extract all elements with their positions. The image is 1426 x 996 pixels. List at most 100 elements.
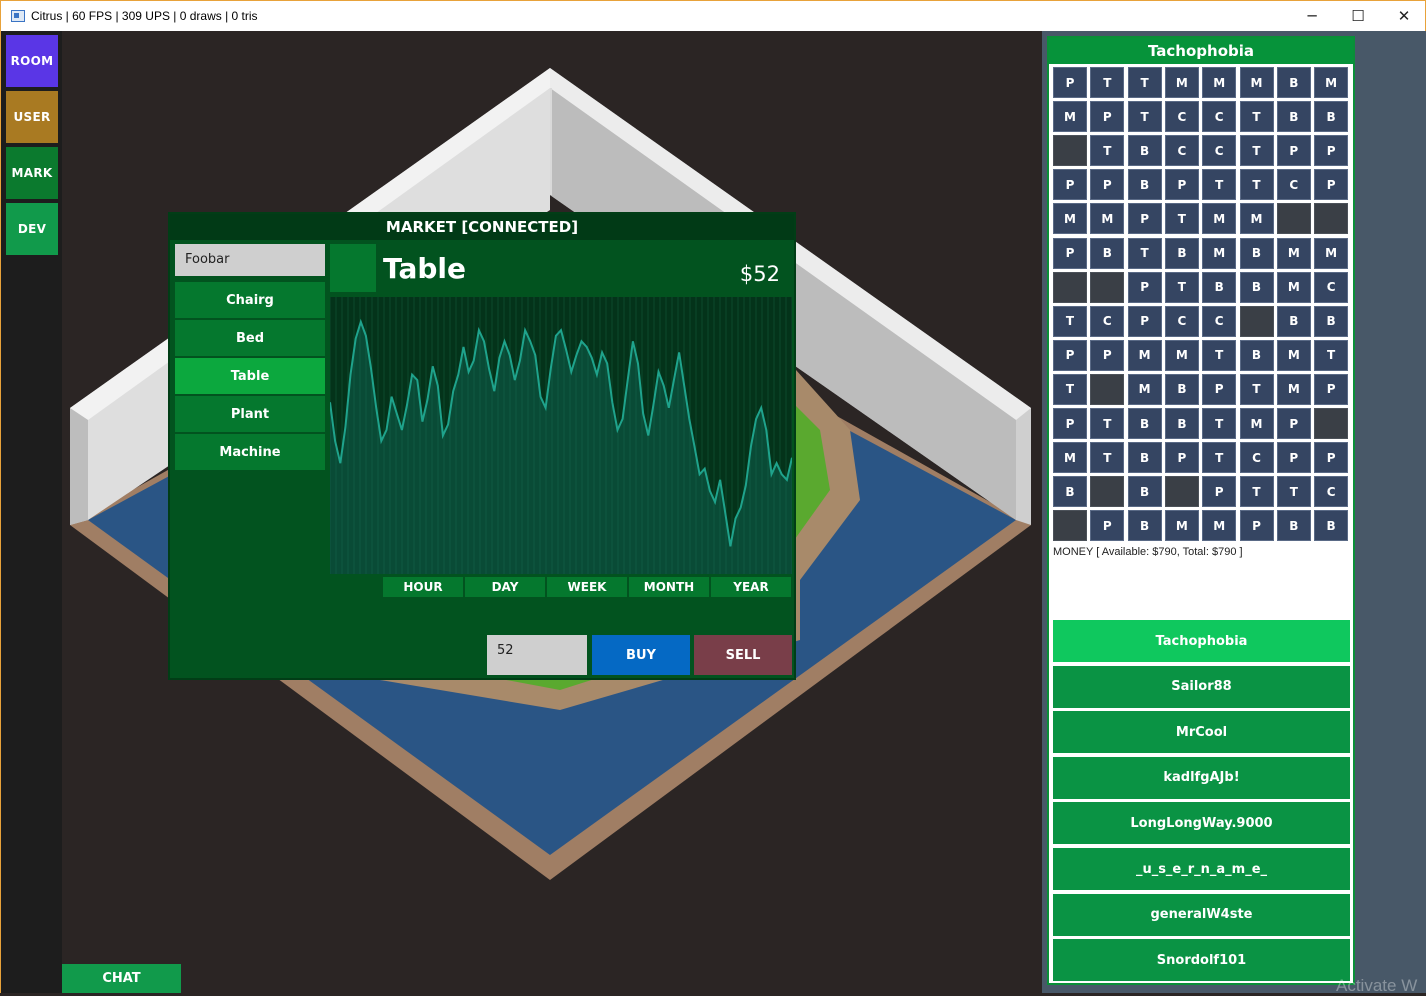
inventory-slot[interactable] — [1053, 271, 1087, 303]
inventory-slot[interactable]: M — [1239, 408, 1274, 439]
range-year-button[interactable]: YEAR — [711, 577, 791, 597]
inventory-slot[interactable]: P — [1053, 67, 1087, 98]
inventory-slot[interactable]: M — [1053, 203, 1087, 235]
maximize-button[interactable]: ☐ — [1335, 1, 1381, 31]
inventory-slot[interactable]: P — [1090, 169, 1125, 201]
inventory-slot[interactable]: P — [1202, 476, 1237, 508]
user-list-item[interactable]: Sailor88 — [1053, 665, 1350, 708]
inventory-slot[interactable]: M — [1239, 203, 1274, 235]
inventory-slot[interactable]: T — [1090, 135, 1125, 167]
inventory-slot[interactable]: B — [1127, 408, 1162, 439]
user-button[interactable]: USER — [6, 91, 58, 143]
item-button-chairg[interactable]: Chairg — [175, 282, 325, 318]
inventory-slot[interactable]: T — [1276, 476, 1311, 508]
inventory-slot[interactable] — [1239, 305, 1274, 337]
inventory-slot[interactable]: T — [1202, 442, 1237, 474]
inventory-slot[interactable]: M — [1202, 237, 1237, 269]
inventory-slot[interactable]: T — [1239, 476, 1274, 508]
inventory-slot[interactable]: B — [1276, 67, 1311, 98]
inventory-slot[interactable]: C — [1314, 476, 1349, 508]
buy-button[interactable]: BUY — [592, 635, 690, 675]
inventory-slot[interactable]: P — [1314, 169, 1349, 201]
inventory-slot[interactable]: P — [1164, 442, 1199, 474]
inventory-slot[interactable]: T — [1127, 237, 1162, 269]
inventory-slot[interactable]: C — [1202, 101, 1237, 133]
inventory-slot[interactable]: M — [1202, 203, 1237, 235]
inventory-slot[interactable]: B — [1276, 510, 1311, 542]
inventory-slot[interactable]: T — [1314, 339, 1349, 371]
inventory-slot[interactable]: C — [1202, 135, 1237, 167]
inventory-slot[interactable]: T — [1239, 101, 1274, 133]
inventory-slot[interactable]: P — [1127, 305, 1162, 337]
range-day-button[interactable]: DAY — [465, 577, 545, 597]
inventory-slot[interactable]: T — [1239, 373, 1274, 405]
item-button-plant[interactable]: Plant — [175, 396, 325, 432]
user-list-item[interactable]: MrCool — [1053, 711, 1350, 754]
inventory-slot[interactable]: P — [1239, 510, 1274, 542]
inventory-slot[interactable]: T — [1239, 135, 1274, 167]
quantity-input[interactable]: 52 — [487, 635, 587, 675]
dev-button[interactable]: DEV — [6, 203, 58, 255]
inventory-slot[interactable]: P — [1276, 135, 1311, 167]
inventory-slot[interactable]: B — [1314, 305, 1349, 337]
inventory-slot[interactable]: B — [1239, 237, 1274, 269]
inventory-slot[interactable]: B — [1239, 271, 1274, 303]
inventory-slot[interactable]: P — [1090, 510, 1125, 542]
inventory-slot[interactable] — [1053, 135, 1087, 167]
inventory-slot[interactable]: T — [1202, 408, 1237, 439]
inventory-slot[interactable]: B — [1276, 305, 1311, 337]
user-list-item[interactable]: Snordolf101 — [1053, 939, 1350, 982]
inventory-slot[interactable]: B — [1314, 101, 1349, 133]
inventory-slot[interactable]: P — [1164, 169, 1199, 201]
inventory-slot[interactable]: P — [1276, 408, 1311, 439]
inventory-slot[interactable]: M — [1276, 373, 1311, 405]
inventory-slot[interactable]: T — [1090, 408, 1125, 439]
inventory-slot[interactable]: B — [1239, 339, 1274, 371]
range-month-button[interactable]: MONTH — [629, 577, 709, 597]
inventory-slot[interactable] — [1164, 476, 1199, 508]
inventory-slot[interactable]: B — [1127, 476, 1162, 508]
inventory-slot[interactable]: T — [1053, 305, 1087, 337]
inventory-slot[interactable]: P — [1314, 442, 1349, 474]
inventory-slot[interactable]: M — [1090, 203, 1125, 235]
inventory-slot[interactable]: T — [1090, 442, 1125, 474]
inventory-slot[interactable]: B — [1202, 271, 1237, 303]
inventory-slot[interactable]: M — [1314, 237, 1349, 269]
item-button-bed[interactable]: Bed — [175, 320, 325, 356]
inventory-slot[interactable]: P — [1053, 408, 1087, 439]
inventory-slot[interactable]: T — [1127, 67, 1162, 98]
inventory-slot[interactable] — [1090, 476, 1125, 508]
inventory-slot[interactable]: P — [1276, 442, 1311, 474]
inventory-slot[interactable]: M — [1202, 67, 1237, 98]
minimize-button[interactable]: ─ — [1289, 1, 1335, 31]
inventory-slot[interactable] — [1090, 271, 1125, 303]
inventory-slot[interactable]: T — [1164, 203, 1199, 235]
inventory-slot[interactable]: M — [1164, 510, 1199, 542]
inventory-slot[interactable]: T — [1239, 169, 1274, 201]
inventory-slot[interactable]: M — [1164, 67, 1199, 98]
inventory-slot[interactable]: B — [1276, 101, 1311, 133]
inventory-slot[interactable]: B — [1164, 237, 1199, 269]
inventory-slot[interactable]: M — [1053, 101, 1087, 133]
user-list-item[interactable]: Tachophobia — [1053, 620, 1350, 662]
inventory-slot[interactable]: T — [1127, 101, 1162, 133]
inventory-slot[interactable]: B — [1127, 135, 1162, 167]
inventory-slot[interactable]: P — [1090, 339, 1125, 371]
inventory-slot[interactable]: M — [1239, 67, 1274, 98]
inventory-slot[interactable]: P — [1127, 203, 1162, 235]
market-button[interactable]: MARK — [6, 147, 58, 199]
inventory-slot[interactable]: M — [1276, 271, 1311, 303]
inventory-slot[interactable]: M — [1127, 339, 1162, 371]
inventory-slot[interactable]: C — [1314, 271, 1349, 303]
item-button-table[interactable]: Table — [175, 358, 325, 394]
sell-button[interactable]: SELL — [694, 635, 792, 675]
inventory-slot[interactable]: P — [1127, 271, 1162, 303]
inventory-slot[interactable]: B — [1127, 510, 1162, 542]
inventory-slot[interactable]: B — [1127, 169, 1162, 201]
inventory-slot[interactable]: M — [1314, 67, 1349, 98]
inventory-slot[interactable] — [1314, 203, 1349, 235]
inventory-slot[interactable]: B — [1164, 408, 1199, 439]
inventory-slot[interactable]: P — [1090, 101, 1125, 133]
inventory-slot[interactable]: M — [1276, 339, 1311, 371]
inventory-slot[interactable]: P — [1053, 237, 1087, 269]
